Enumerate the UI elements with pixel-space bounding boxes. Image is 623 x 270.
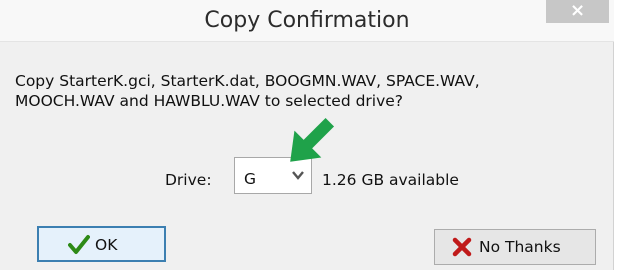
no-thanks-button-label: No Thanks (479, 238, 561, 256)
message-line-2: MOOCH.WAV and HAWBLU.WAV to selected dri… (15, 92, 404, 110)
dialog-title: Copy Confirmation (204, 8, 410, 33)
ok-button[interactable]: OK (37, 226, 166, 262)
title-bar: Copy Confirmation × (0, 0, 614, 42)
ok-button-label: OK (95, 236, 118, 254)
close-button[interactable]: × (546, 0, 609, 23)
drive-label: Drive: (165, 171, 212, 189)
drive-select-value: G (244, 170, 257, 188)
available-space-text: 1.26 GB available (322, 171, 459, 189)
confirmation-message: Copy StarterK.gci, StarterK.dat, BOOGMN.… (15, 71, 610, 111)
close-icon: × (569, 0, 586, 21)
message-line-1: Copy StarterK.gci, StarterK.dat, BOOGMN.… (15, 72, 480, 90)
arrow-annotation-icon (290, 117, 335, 162)
no-thanks-button[interactable]: No Thanks (434, 229, 596, 265)
x-icon (452, 237, 472, 257)
checkmark-icon (68, 235, 90, 254)
